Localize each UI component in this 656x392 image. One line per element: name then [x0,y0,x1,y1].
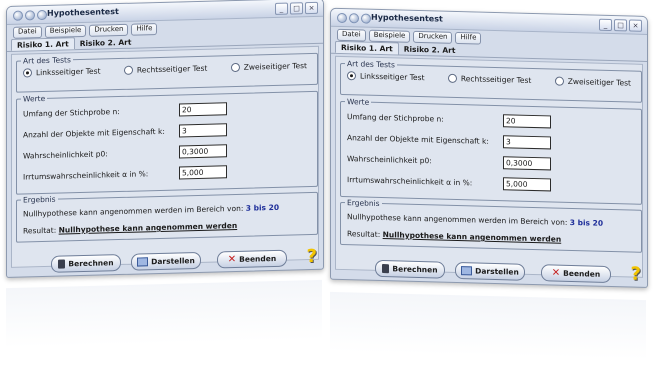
tab-risiko-2[interactable]: Risiko 2. Art [75,37,137,50]
result-value: Nullhypothese kann angenommen werden [58,220,238,235]
radio-dot-icon [447,73,457,83]
result-group: Ergebnis Nullhypothese kann angenommen w… [340,197,642,253]
berechnen-button[interactable]: Berechnen [51,253,121,273]
test-type-legend: Art des Tests [23,55,71,66]
tab-risiko-1[interactable]: Risiko 1. Art [11,37,75,51]
alpha-input[interactable]: 5,000 [179,165,227,180]
result-label: Resultat: [23,225,57,236]
field-label-p0: Wahrscheinlichkeit p0: [23,149,108,161]
menu-beispiele[interactable]: Beispiele [368,29,411,43]
menu-drucken[interactable]: Drucken [413,30,453,44]
field-label-k: Anzahl der Objekte mit Eigenschaft k: [23,126,165,140]
field-label-n: Umfang der Stichprobe n: [347,112,444,124]
alpha-input[interactable]: 5,000 [503,177,551,192]
radio-dot-icon [23,68,32,78]
system-menu-icon[interactable] [25,10,35,21]
darstellen-button[interactable]: Darstellen [455,261,525,281]
field-label-alpha: Irrtumswahrscheinlichkeit α in %: [23,169,149,182]
tab-content: Art des Tests Linksseitiger Test Rechtss… [335,55,643,278]
minimize-button[interactable]: _ [275,2,288,15]
system-menu-icon[interactable] [349,13,359,24]
probability-input[interactable]: 0,3000 [179,144,227,159]
sample-size-input[interactable]: 20 [179,102,227,117]
result-label: Resultat: [347,229,381,239]
minimize-button[interactable]: _ [599,18,612,32]
field-label-alpha: Irrtumswahrscheinlichkeit α in %: [347,175,473,188]
result-range-label: Nullhypothese kann angenommen werden im … [347,212,568,227]
menu-hilfe[interactable]: Hilfe [131,23,158,36]
result-value: Nullhypothese kann angenommen werden [382,230,562,244]
berechnen-button[interactable]: Berechnen [375,259,445,279]
probability-input[interactable]: 0,3000 [503,156,551,171]
tab-risiko-1[interactable]: Risiko 1. Art [335,40,399,55]
window-title: Hypothesentest [371,12,443,24]
test-type-group: Art des Tests Linksseitiger Test Rechtss… [340,58,642,103]
maximize-button[interactable]: □ [290,2,303,15]
radio-dot-icon [123,65,133,75]
menu-hilfe[interactable]: Hilfe [455,31,482,45]
window-right: Hypothesentest _ □ × Datei Beispiele Dru… [330,7,648,288]
field-label-p0: Wahrscheinlichkeit p0: [347,154,432,166]
calculator-icon [58,259,66,269]
radio-rechtsseitig[interactable]: Rechtsseitiger Test [123,64,207,75]
close-x-icon: ✕ [227,253,237,265]
result-legend: Ergebnis [347,198,380,208]
radio-linksseitig[interactable]: Linksseitiger Test [23,67,101,78]
values-legend: Werte [347,97,370,107]
maximize-button[interactable]: □ [614,19,627,32]
help-icon[interactable]: ? [631,264,641,285]
tab-risiko-2[interactable]: Risiko 2. Art [399,43,461,56]
result-range-label: Nullhypothese kann angenommen werden im … [23,203,244,219]
image-icon [137,257,149,267]
app-icon [13,10,23,21]
close-x-icon: ✕ [551,266,561,279]
menu-drucken[interactable]: Drucken [89,23,129,37]
radio-dot-icon [554,76,564,86]
beenden-button[interactable]: ✕ Beenden [217,249,287,269]
menu-beispiele[interactable]: Beispiele [44,24,87,38]
window-left: Hypothesentest _ □ × Datei Beispiele Dru… [6,0,324,278]
values-legend: Werte [23,93,46,104]
radio-dot-icon [230,62,240,73]
pin-icon[interactable] [37,9,47,21]
radio-zweiseitig[interactable]: Zweiseitiger Test [554,76,631,88]
help-icon[interactable]: ? [307,246,317,267]
field-label-n: Umfang der Stichprobe n: [23,107,120,119]
radio-rechtsseitig[interactable]: Rechtsseitiger Test [447,73,531,85]
sample-size-input[interactable]: 20 [503,114,551,129]
darstellen-button[interactable]: Darstellen [131,251,201,271]
close-button[interactable]: × [305,1,318,15]
objects-count-input[interactable]: 3 [503,135,551,150]
radio-dot-icon [347,71,356,81]
image-icon [461,266,473,276]
values-group: Werte Umfang der Stichprobe n: 20 Anzahl … [340,96,642,205]
result-group: Ergebnis Nullhypothese kann angenommen w… [16,187,318,243]
field-label-k: Anzahl der Objekte mit Eigenschaft k: [347,133,489,146]
result-range-value: 3 bis 20 [245,202,280,213]
window-reflection-left [6,279,322,349]
menu-datei[interactable]: Datei [337,28,366,42]
menu-datei[interactable]: Datei [13,26,42,39]
window-title: Hypothesentest [47,7,119,18]
test-type-legend: Art des Tests [347,59,395,70]
calculator-icon [382,264,390,274]
test-type-group: Art des Tests Linksseitiger Test Rechtss… [16,48,318,93]
objects-count-input[interactable]: 3 [179,123,227,138]
result-range-value: 3 bis 20 [569,217,604,228]
radio-zweiseitig[interactable]: Zweiseitiger Test [230,61,307,73]
close-button[interactable]: × [629,19,642,32]
result-legend: Ergebnis [23,194,56,205]
app-icon [337,12,347,24]
window-reflection-right [330,291,646,361]
radio-linksseitig[interactable]: Linksseitiger Test [347,71,425,82]
beenden-button[interactable]: ✕ Beenden [541,264,611,284]
values-group: Werte Umfang der Stichprobe n: 20 Anzahl … [16,86,318,195]
tab-content: Art des Tests Linksseitiger Test Rechtss… [11,45,319,268]
pin-icon[interactable] [361,13,371,24]
